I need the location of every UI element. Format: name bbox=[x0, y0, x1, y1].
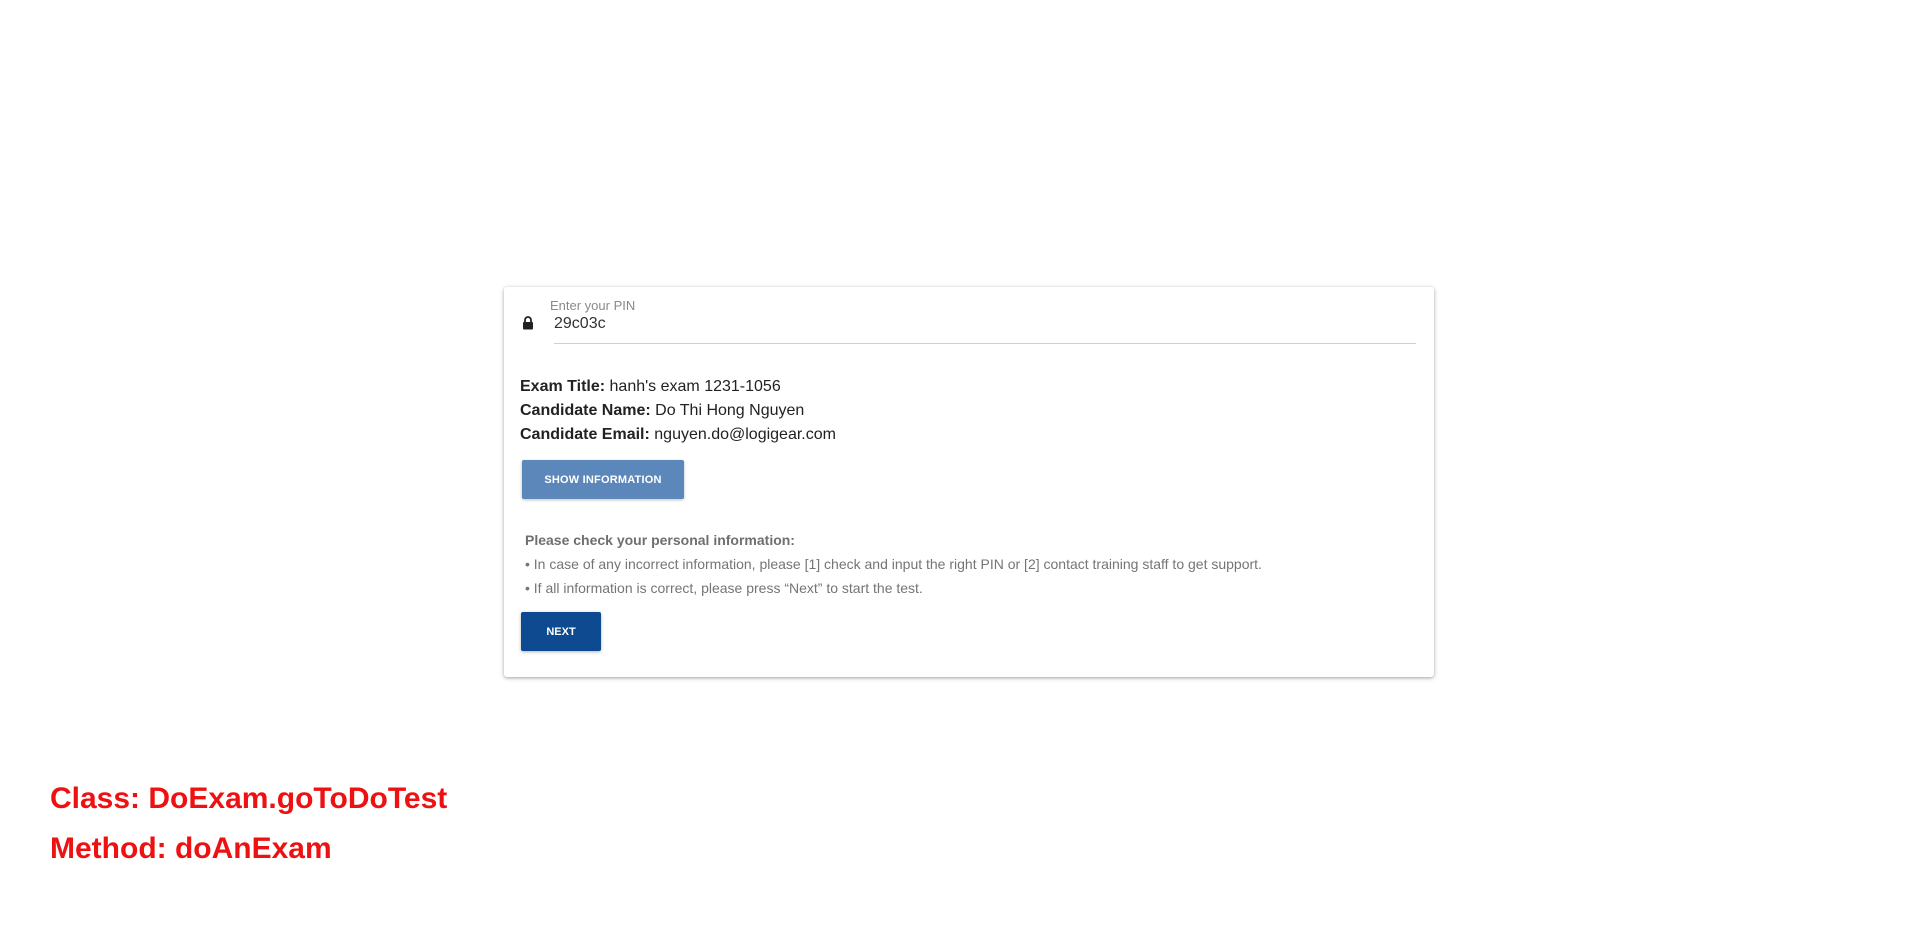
pin-underline bbox=[554, 343, 1416, 344]
show-information-button[interactable]: SHOW INFORMATION bbox=[522, 460, 684, 499]
candidate-name-row: Candidate Name: Do Thi Hong Nguyen bbox=[520, 399, 836, 423]
notice-title: Please check your personal information: bbox=[525, 532, 795, 548]
exam-info: Exam Title: hanh's exam 1231-1056 Candid… bbox=[520, 375, 836, 447]
exam-title-label: Exam Title: bbox=[520, 378, 606, 395]
candidate-email-value: nguyen.do@logigear.com bbox=[654, 426, 836, 443]
exam-title-value: hanh's exam 1231-1056 bbox=[609, 378, 781, 395]
code-annotation: Class: DoExam.goToDoTest Method: doAnExa… bbox=[50, 774, 447, 874]
notice-line-2: • If all information is correct, please … bbox=[525, 580, 923, 596]
pin-field-group: Enter your PIN bbox=[520, 291, 1416, 351]
candidate-name-label: Candidate Name: bbox=[520, 402, 651, 419]
notice-line-1: • In case of any incorrect information, … bbox=[525, 556, 1262, 572]
lock-icon bbox=[522, 316, 536, 332]
pin-input[interactable] bbox=[554, 313, 1404, 335]
exam-login-card: Enter your PIN Exam Title: hanh's exam 1… bbox=[504, 287, 1434, 677]
next-button[interactable]: NEXT bbox=[521, 612, 601, 651]
exam-title-row: Exam Title: hanh's exam 1231-1056 bbox=[520, 375, 836, 399]
candidate-email-row: Candidate Email: nguyen.do@logigear.com bbox=[520, 423, 836, 447]
candidate-email-label: Candidate Email: bbox=[520, 426, 650, 443]
notice-text: Please check your personal information: … bbox=[525, 528, 1262, 600]
candidate-name-value: Do Thi Hong Nguyen bbox=[655, 402, 805, 419]
annotation-class-line: Class: DoExam.goToDoTest bbox=[50, 782, 448, 815]
pin-label: Enter your PIN bbox=[550, 298, 636, 313]
annotation-method-line: Method: doAnExam bbox=[50, 832, 332, 865]
